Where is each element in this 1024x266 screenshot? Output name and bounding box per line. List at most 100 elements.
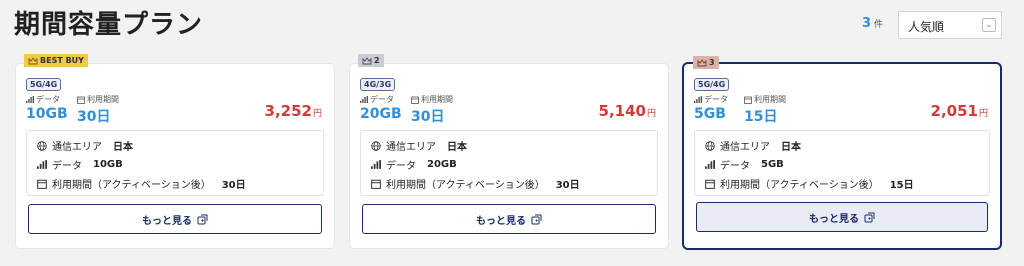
page-title: 期間容量プラン (14, 10, 204, 40)
signal-bars-icon (705, 160, 715, 169)
period-spec-value: 30日 (77, 109, 111, 125)
rank-label: 3 (709, 58, 715, 67)
period-spec: 利用期間 30日 (77, 94, 119, 126)
price: 3,252円 (265, 102, 322, 120)
result-count-unit: 件 (874, 20, 884, 30)
crown-icon (28, 56, 38, 64)
area-value: 日本 (447, 142, 467, 153)
period-spec-label: 利用期間 (87, 95, 119, 104)
data-spec-value: 10GB (26, 106, 68, 122)
network-badge: 5G/4G (694, 78, 730, 91)
result-count-value: 3 (862, 16, 872, 31)
data-spec-value: 20GB (360, 106, 402, 122)
period-spec-label: 利用期間 (754, 95, 786, 104)
price-value: 3,252 (264, 102, 312, 120)
area-line: 通信エリア 日本 (705, 136, 979, 155)
data-value: 5GB (761, 159, 784, 170)
calendar-icon (371, 179, 381, 189)
rank-label: BEST BUY (40, 56, 84, 65)
data-spec-label: データ (36, 95, 60, 104)
period-value: 15日 (889, 180, 914, 191)
sort-select[interactable]: 人気順 ⌄ (898, 11, 1002, 39)
data-spec-label: データ (370, 95, 394, 104)
area-value: 日本 (781, 142, 801, 153)
globe-icon (371, 140, 381, 151)
price-unit: 円 (978, 109, 988, 119)
data-line: データ 5GB (705, 155, 979, 174)
detail-box: 通信エリア 日本 データ 20GB 利用期間（アクティベーション後） 30日 (360, 130, 658, 196)
signal-bars-icon (360, 96, 368, 103)
signal-bars-icon (37, 160, 47, 169)
data-line: データ 20GB (371, 155, 647, 174)
more-button[interactable]: もっと見る (362, 204, 656, 234)
rank-tag: BEST BUY (24, 54, 88, 67)
plan-card[interactable]: BEST BUY 5G/4G データ 10GB 利用期間 30日 3,252円 … (16, 54, 334, 248)
signal-bars-icon (694, 96, 702, 103)
more-button[interactable]: もっと見る (28, 204, 322, 234)
area-value: 日本 (113, 142, 133, 153)
period-value: 30日 (555, 180, 580, 191)
data-label: データ (52, 161, 82, 172)
sort-select-value: 人気順 (908, 20, 945, 34)
area-label: 通信エリア (720, 142, 770, 153)
data-line: データ 10GB (37, 155, 313, 174)
rank-label: 2 (374, 56, 380, 65)
open-window-icon (531, 214, 542, 224)
period-label: 利用期間（アクティベーション後） (386, 180, 545, 191)
period-spec: 利用期間 15日 (744, 94, 786, 126)
price: 2,051円 (931, 102, 988, 120)
period-spec-value: 30日 (411, 109, 445, 125)
data-value: 10GB (93, 159, 123, 170)
calendar-icon (77, 96, 85, 104)
data-spec: データ 10GB (26, 94, 68, 122)
calendar-icon (411, 96, 419, 104)
price: 5,140円 (599, 102, 656, 120)
period-label: 利用期間（アクティベーション後） (720, 180, 879, 191)
network-badge: 4G/3G (360, 78, 396, 91)
calendar-icon (705, 179, 715, 189)
area-label: 通信エリア (386, 142, 436, 153)
data-spec-value: 5GB (694, 106, 726, 122)
rank-tag: 3 (693, 56, 719, 69)
calendar-icon (744, 96, 752, 104)
plan-card-selected[interactable]: 3 5G/4G データ 5GB 利用期間 15日 2,051円 通信エリア 日本 … (682, 56, 1002, 250)
rank-tag: 2 (358, 54, 384, 67)
more-button[interactable]: もっと見る (696, 202, 988, 232)
crown-icon (697, 58, 707, 66)
plan-card[interactable]: 2 4G/3G データ 20GB 利用期間 30日 5,140円 通信エリア 日本… (350, 54, 668, 248)
period-value: 30日 (221, 180, 246, 191)
result-count: 3件 (862, 16, 883, 31)
calendar-icon (37, 179, 47, 189)
period-spec-value: 15日 (744, 109, 778, 125)
data-label: データ (720, 161, 750, 172)
price-value: 5,140 (598, 102, 646, 120)
globe-icon (37, 140, 47, 151)
price-value: 2,051 (930, 102, 978, 120)
data-label: データ (386, 161, 416, 172)
data-spec-label: データ (704, 95, 728, 104)
area-line: 通信エリア 日本 (37, 136, 313, 155)
open-window-icon (864, 212, 875, 222)
data-spec: データ 20GB (360, 94, 402, 122)
globe-icon (705, 140, 715, 151)
price-unit: 円 (646, 109, 656, 119)
open-window-icon (197, 214, 208, 224)
more-button-label: もっと見る (809, 213, 859, 225)
price-unit: 円 (312, 109, 322, 119)
network-badge: 5G/4G (26, 78, 62, 91)
detail-box: 通信エリア 日本 データ 10GB 利用期間（アクティベーション後） 30日 (26, 130, 324, 196)
signal-bars-icon (371, 160, 381, 169)
area-line: 通信エリア 日本 (371, 136, 647, 155)
crown-icon (362, 56, 372, 64)
signal-bars-icon (26, 96, 34, 103)
area-label: 通信エリア (52, 142, 102, 153)
chevron-down-icon: ⌄ (982, 18, 996, 32)
period-spec: 利用期間 30日 (411, 94, 453, 126)
detail-box: 通信エリア 日本 データ 5GB 利用期間（アクティベーション後） 15日 (694, 130, 990, 196)
more-button-label: もっと見る (142, 215, 192, 227)
more-button-label: もっと見る (476, 215, 526, 227)
period-spec-label: 利用期間 (421, 95, 453, 104)
period-line: 利用期間（アクティベーション後） 30日 (371, 174, 647, 193)
data-value: 20GB (427, 159, 457, 170)
period-label: 利用期間（アクティベーション後） (52, 180, 211, 191)
